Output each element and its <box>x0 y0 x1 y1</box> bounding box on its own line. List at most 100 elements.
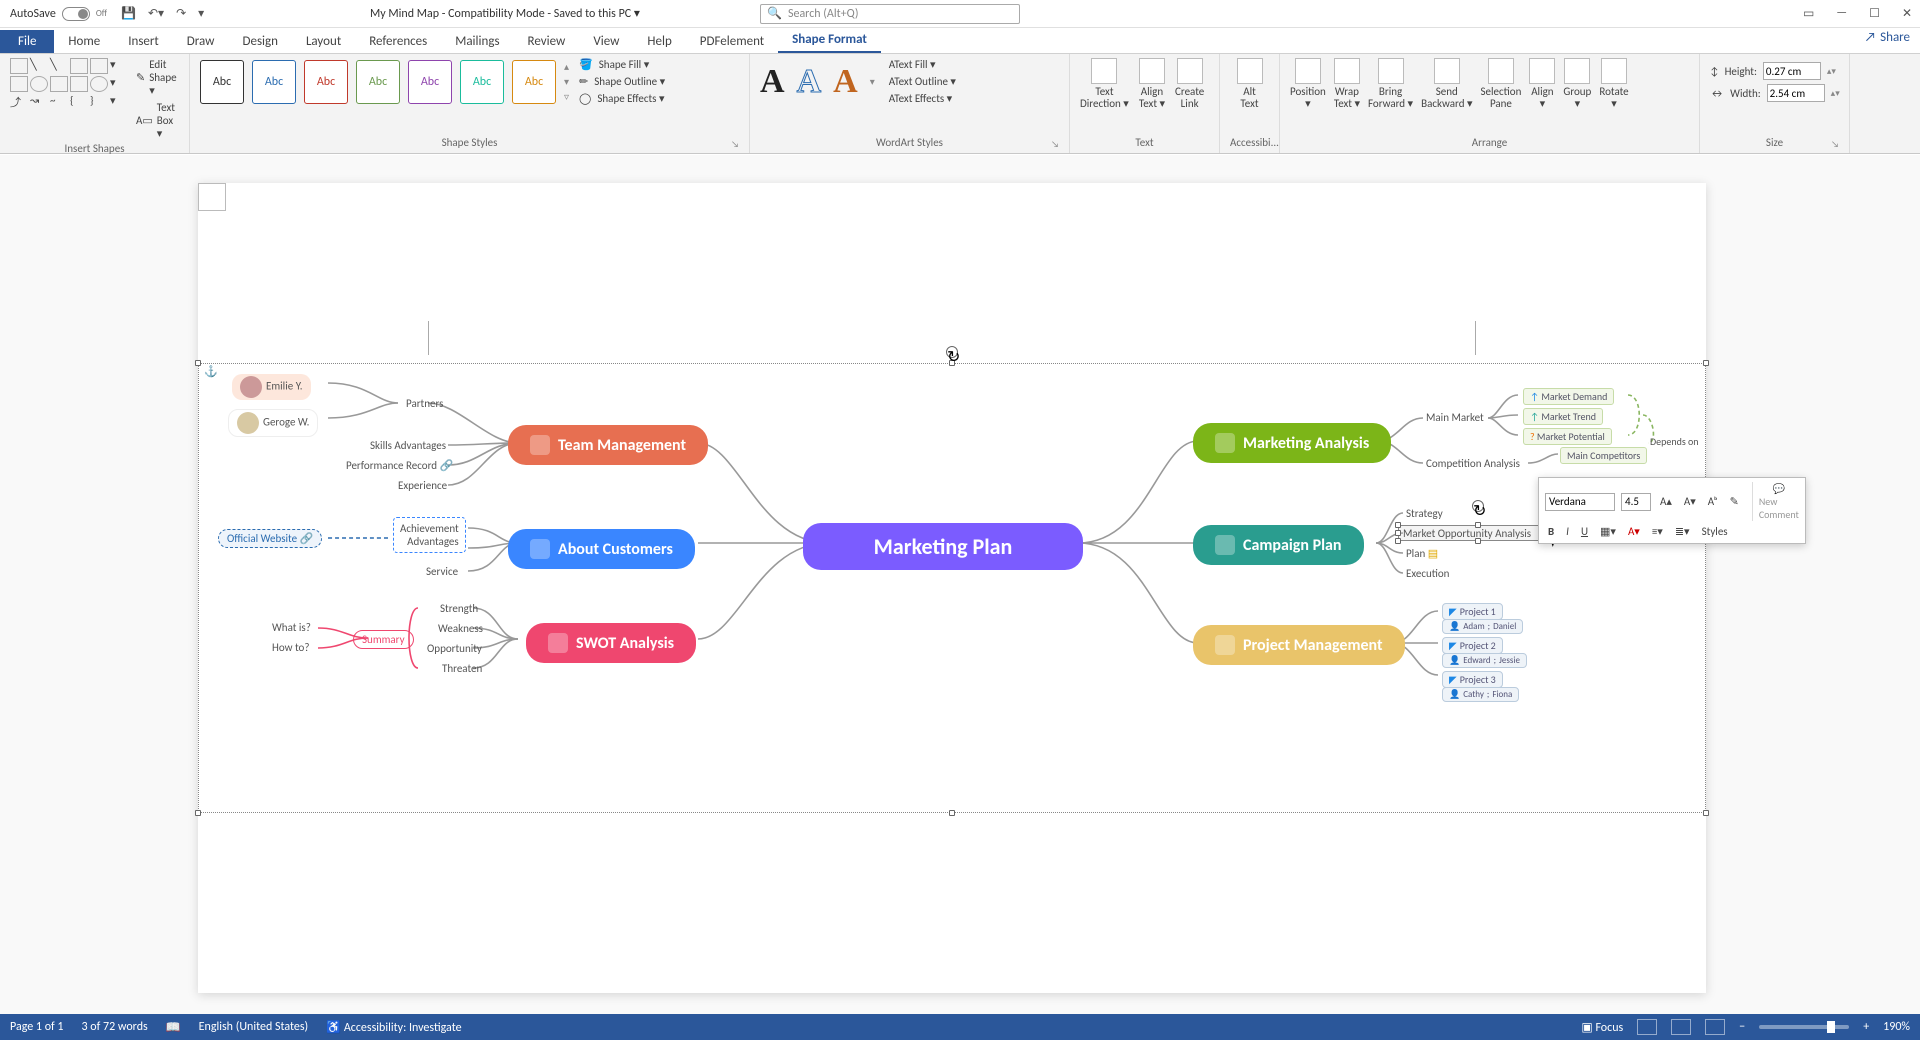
align-text-button[interactable]: Align Text ▾ <box>1139 58 1165 110</box>
sub-howto[interactable]: How to? <box>272 641 309 654</box>
increase-font-button[interactable]: A▴ <box>1657 494 1675 509</box>
tab-design[interactable]: Design <box>228 30 291 53</box>
proj-3[interactable]: ◤Project 3 <box>1442 671 1503 688</box>
italic-button[interactable]: I <box>1563 524 1572 539</box>
send-backward-button[interactable]: Send Backward ▾ <box>1421 58 1472 110</box>
sub-exp[interactable]: Experience <box>398 479 447 492</box>
sub-execution[interactable]: Execution <box>1406 567 1449 580</box>
view-web-button[interactable] <box>1705 1019 1725 1035</box>
zoom-level[interactable]: 190% <box>1883 1020 1910 1034</box>
shape-effects-button[interactable]: ◯Shape Effects ▾ <box>579 92 665 105</box>
wordart-preset-3[interactable]: A <box>833 63 858 101</box>
mini-fontsize-input[interactable] <box>1621 493 1651 511</box>
align-button[interactable]: Align ▾ <box>1529 58 1555 110</box>
shapes-gallery[interactable]: ╲╲▾ ▾ ⤴↝~{}▾ <box>10 58 128 110</box>
sub-market-opp[interactable]: Market Opportunity Analysis <box>1403 527 1531 540</box>
node-center[interactable]: Marketing Plan <box>803 523 1083 570</box>
handle-ne[interactable] <box>1703 360 1709 366</box>
create-link-button[interactable]: Create Link <box>1175 58 1204 110</box>
document-title[interactable]: My Mind Map - Compatibility Mode - Saved… <box>370 6 640 21</box>
proj-1[interactable]: ◤Project 1 <box>1442 603 1503 620</box>
new-comment-button[interactable]: 💬New Comment <box>1752 482 1799 521</box>
customers-sub-box[interactable]: Achievement Advantages <box>393 517 466 553</box>
sub-market-trend[interactable]: ↑ Market Trend <box>1523 408 1603 425</box>
width-input[interactable] <box>1767 84 1825 102</box>
height-input[interactable] <box>1763 62 1821 80</box>
mini-font-input[interactable] <box>1545 493 1615 511</box>
dialog-launcher-icon[interactable]: ↘ <box>731 139 739 150</box>
style-preset-3[interactable]: Abc <box>304 60 348 104</box>
handle-s[interactable] <box>949 810 955 816</box>
handle[interactable] <box>1395 522 1401 528</box>
view-print-button[interactable] <box>1671 1019 1691 1035</box>
close-icon[interactable]: ✕ <box>1902 6 1912 21</box>
bullets-button[interactable]: ≡▾ <box>1649 524 1666 539</box>
dialog-launcher-icon[interactable]: ↘ <box>1051 139 1059 150</box>
sub-competition[interactable]: Competition Analysis <box>1426 457 1520 470</box>
sub-perf[interactable]: Performance Record 🔗 <box>346 459 453 472</box>
node-swot[interactable]: SWOT Analysis <box>526 623 696 663</box>
numbering-button[interactable]: ≣▾ <box>1672 524 1693 539</box>
wrap-text-button[interactable]: Wrap Text ▾ <box>1334 58 1360 110</box>
text-outline-button[interactable]: AText Outline ▾ <box>889 75 956 88</box>
style-preset-1[interactable]: Abc <box>200 60 244 104</box>
sub-achievement[interactable]: Achievement <box>400 522 459 535</box>
font-color-button[interactable]: A▾ <box>1625 524 1643 539</box>
tab-references[interactable]: References <box>355 30 441 53</box>
sub-advantages[interactable]: Advantages <box>400 535 459 548</box>
selection-pane-button[interactable]: Selection Pane <box>1480 58 1521 110</box>
ribbon-display-icon[interactable]: ▭ <box>1803 6 1814 21</box>
node-team-management[interactable]: Team Management <box>508 425 708 465</box>
partner-1[interactable]: Emilie Y. <box>232 374 311 400</box>
link-official-website[interactable]: Official Website 🔗 <box>218 529 322 548</box>
tab-layout[interactable]: Layout <box>292 30 355 53</box>
zoom-out-button[interactable]: − <box>1739 1020 1745 1034</box>
zoom-in-button[interactable]: + <box>1863 1020 1869 1034</box>
sub-strategy[interactable]: Strategy <box>1406 507 1443 520</box>
save-icon[interactable]: 💾 <box>121 6 136 21</box>
clear-format-button[interactable]: Aᵇ <box>1705 494 1721 509</box>
note-depends-on[interactable]: Depends on <box>1650 435 1699 448</box>
undo-icon[interactable]: ↶▾ <box>148 6 164 21</box>
node-about-customers[interactable]: About Customers <box>508 529 695 569</box>
wordart-preset-1[interactable]: A <box>760 63 785 101</box>
share-button[interactable]: ↗ Share <box>1865 30 1910 45</box>
autosave-toggle[interactable]: AutoSave Off <box>10 7 107 21</box>
redo-icon[interactable]: ↷ <box>176 6 186 21</box>
mini-toolbar[interactable]: A▴ A▾ Aᵇ ✎ 💬New Comment B I U ▦▾ A▾ ≡▾ ≣… <box>1538 477 1806 544</box>
shape-fill-button[interactable]: 🪣Shape Fill ▾ <box>579 58 665 71</box>
tab-insert[interactable]: Insert <box>114 30 173 53</box>
group-button[interactable]: Group ▾ <box>1563 58 1591 110</box>
picture-selection[interactable]: ↻ <box>198 363 1706 813</box>
node-campaign-plan[interactable]: Campaign Plan <box>1193 525 1364 565</box>
style-preset-4[interactable]: Abc <box>356 60 400 104</box>
sub-main-market[interactable]: Main Market <box>1426 411 1484 424</box>
page[interactable]: ↻ ⚓ <box>198 183 1706 993</box>
sub-weakness[interactable]: Weakness <box>438 622 483 635</box>
tab-file[interactable]: File <box>0 30 54 53</box>
edit-shape-button[interactable]: ✎Edit Shape ▾ <box>136 58 179 97</box>
style-preset-2[interactable]: Abc <box>252 60 296 104</box>
shape-style-gallery[interactable]: Abc Abc Abc Abc Abc Abc Abc ▴▾▿ <box>200 60 569 104</box>
zoom-slider[interactable] <box>1759 1025 1849 1029</box>
sub-market-demand[interactable]: ↑ Market Demand <box>1523 388 1614 405</box>
sub-partners[interactable]: Partners <box>406 397 443 410</box>
sub-skills[interactable]: Skills Advantages <box>370 439 446 452</box>
handle-sw[interactable] <box>195 810 201 816</box>
underline-button[interactable]: U <box>1578 524 1591 539</box>
sub-service[interactable]: Service <box>426 565 458 578</box>
tab-pdfelement[interactable]: PDFelement <box>686 30 778 53</box>
handle[interactable] <box>1395 530 1401 536</box>
handle[interactable] <box>1395 538 1401 544</box>
sub-whatis[interactable]: What is? <box>272 621 311 634</box>
tab-view[interactable]: View <box>579 30 633 53</box>
format-painter-button[interactable]: ✎ <box>1727 494 1742 509</box>
toggle-icon[interactable] <box>62 7 90 21</box>
partner-2[interactable]: Geroge W. <box>228 409 318 437</box>
rotate-handle[interactable]: ↻ <box>946 346 958 358</box>
proj-2-assign[interactable]: 👤Edward; Jessie <box>1442 653 1527 668</box>
alt-text-button[interactable]: Alt Text <box>1230 58 1269 110</box>
sub-strength[interactable]: Strength <box>440 602 478 615</box>
style-preset-5[interactable]: Abc <box>408 60 452 104</box>
sub-summary[interactable]: Summary <box>353 630 414 649</box>
